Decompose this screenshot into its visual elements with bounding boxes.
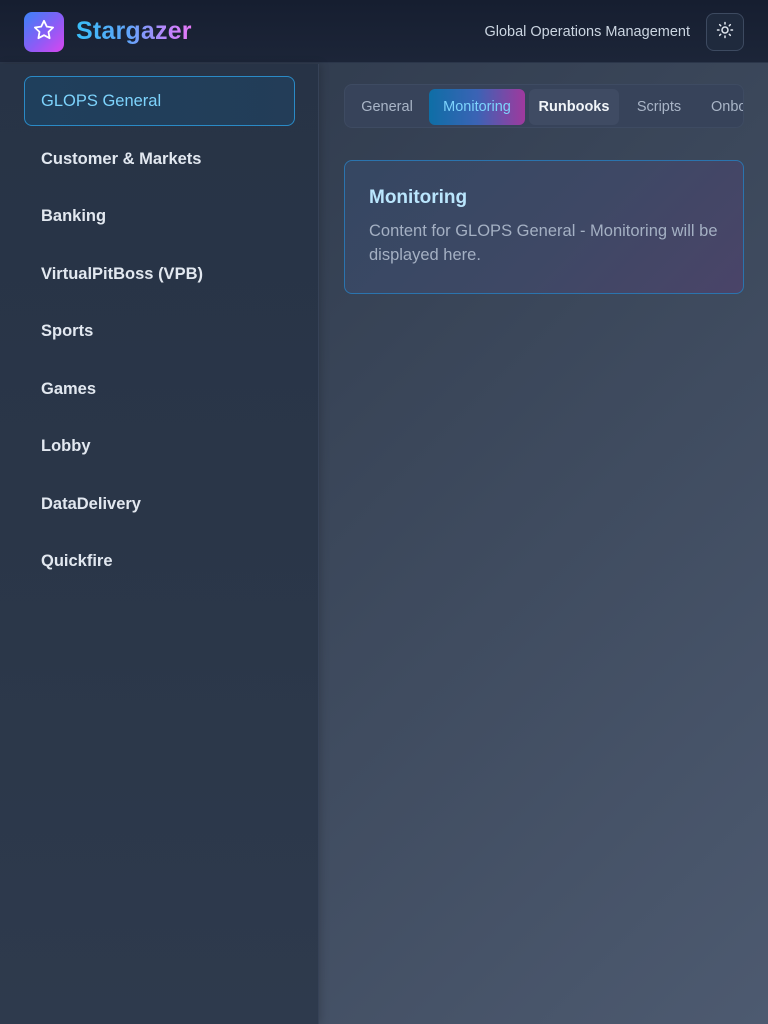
sidebar-item-virtualpitboss[interactable]: VirtualPitBoss (VPB) — [24, 249, 295, 299]
sidebar-item-label: DataDelivery — [41, 494, 141, 513]
tab-general[interactable]: General — [349, 89, 425, 125]
sidebar-item-label: Lobby — [41, 436, 91, 455]
sidebar-item-label: VirtualPitBoss (VPB) — [41, 264, 203, 283]
sidebar-item-label: Quickfire — [41, 551, 113, 570]
tab-onboarding[interactable]: Onboarding — [699, 89, 743, 125]
tab-monitoring[interactable]: Monitoring — [429, 89, 525, 125]
tab-bar: General Monitoring Runbooks Scripts Onbo… — [344, 84, 744, 128]
sidebar-item-banking[interactable]: Banking — [24, 191, 295, 241]
sidebar-item-glops-general[interactable]: GLOPS General — [24, 76, 295, 126]
app-header: Stargazer Global Operations Management — [0, 0, 768, 63]
sidebar-item-datadelivery[interactable]: DataDelivery — [24, 479, 295, 529]
tab-runbooks[interactable]: Runbooks — [529, 89, 619, 125]
sidebar-item-lobby[interactable]: Lobby — [24, 421, 295, 471]
sidebar: GLOPS General Customer & Markets Banking… — [0, 64, 319, 1024]
sidebar-item-sports[interactable]: Sports — [24, 306, 295, 356]
sidebar-item-label: Banking — [41, 206, 107, 225]
sidebar-item-label: Games — [41, 379, 97, 398]
sidebar-item-label: GLOPS General — [41, 91, 162, 110]
sidebar-item-games[interactable]: Games — [24, 364, 295, 414]
sidebar-item-customer-markets[interactable]: Customer & Markets — [24, 134, 295, 184]
content-text: Content for GLOPS General - Monitoring w… — [369, 222, 718, 264]
content-card: Monitoring Content for GLOPS General - M… — [344, 160, 744, 294]
header-subtitle: Global Operations Management — [484, 24, 690, 40]
app-logo[interactable] — [24, 12, 64, 52]
app-title[interactable]: Stargazer — [76, 17, 192, 46]
sun-icon — [716, 21, 734, 44]
star-icon — [32, 18, 56, 47]
theme-toggle-button[interactable] — [706, 13, 744, 51]
sidebar-item-label: Customer & Markets — [41, 149, 202, 168]
sidebar-item-label: Sports — [41, 321, 94, 340]
content-title: Monitoring — [369, 187, 468, 208]
sidebar-item-quickfire[interactable]: Quickfire — [24, 536, 295, 586]
tab-scripts[interactable]: Scripts — [623, 89, 695, 125]
